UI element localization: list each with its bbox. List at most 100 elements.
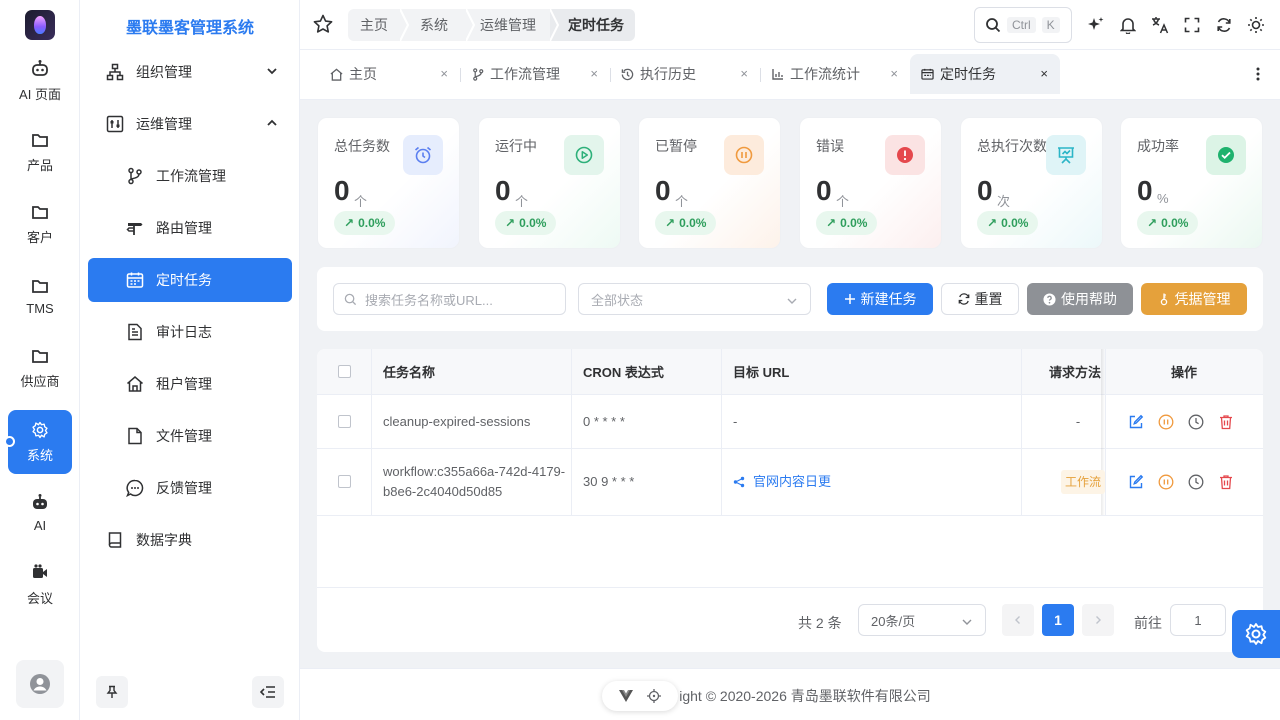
column-header-name[interactable]: 任务名称 bbox=[371, 349, 571, 395]
rail-active-indicator bbox=[4, 436, 15, 447]
delete-icon[interactable] bbox=[1218, 414, 1234, 430]
prev-page-button[interactable] bbox=[1002, 604, 1034, 636]
global-search-button[interactable]: Ctrl K bbox=[974, 7, 1072, 43]
delete-icon[interactable] bbox=[1218, 474, 1234, 490]
collapse-sidebar-button[interactable] bbox=[252, 676, 284, 708]
more-vertical-icon[interactable] bbox=[1256, 67, 1260, 81]
stat-unit: 次 bbox=[997, 194, 1011, 209]
tab-workflow[interactable]: 工作流管理 × bbox=[460, 54, 610, 94]
rail-item-tms[interactable]: TMS bbox=[8, 264, 72, 328]
sidebar-item-ops[interactable]: 运维管理 bbox=[88, 102, 292, 146]
row-checkbox[interactable] bbox=[337, 475, 351, 488]
theme-toggle-button[interactable] bbox=[1246, 15, 1266, 35]
pause-icon[interactable] bbox=[1158, 474, 1174, 490]
star-icon[interactable] bbox=[312, 13, 334, 35]
sidebar-item-audit-log[interactable]: 审计日志 bbox=[88, 310, 292, 354]
tab-scheduled-tasks[interactable]: 定时任务 × bbox=[910, 54, 1060, 94]
sidebar-item-org[interactable]: 组织管理 bbox=[88, 50, 292, 94]
column-header-method[interactable]: 请求方法 bbox=[1021, 349, 1105, 395]
select-all-checkbox[interactable] bbox=[337, 365, 351, 378]
task-method: - bbox=[1075, 413, 1081, 429]
edit-icon[interactable] bbox=[1128, 414, 1144, 430]
history-icon[interactable] bbox=[1188, 474, 1204, 490]
page-number-button[interactable]: 1 bbox=[1042, 604, 1074, 636]
rail-item-ai-page[interactable]: AI 页面 bbox=[8, 48, 72, 112]
refresh-button[interactable] bbox=[1214, 15, 1234, 35]
rail-item-customer[interactable]: 客户 bbox=[8, 192, 72, 256]
collapse-icon bbox=[260, 686, 275, 698]
page-size-select[interactable]: 20条/页 bbox=[858, 604, 986, 636]
close-icon[interactable]: × bbox=[1040, 66, 1048, 81]
settings-fab-button[interactable] bbox=[1232, 610, 1280, 658]
language-button[interactable] bbox=[1150, 15, 1170, 35]
task-name: workflow:c355a66a-742d-4179-b8e6-2c4040d… bbox=[383, 463, 566, 499]
task-search-input[interactable]: 搜索任务名称或URL... bbox=[333, 283, 566, 315]
sidebar-item-tenant[interactable]: 租户管理 bbox=[88, 362, 292, 406]
status-select[interactable]: 全部状态 bbox=[578, 283, 811, 315]
translate-icon bbox=[1152, 17, 1169, 34]
ops-icon bbox=[106, 115, 124, 133]
task-cron: 30 9 * * * bbox=[583, 473, 635, 489]
new-task-button[interactable]: 新建任务 bbox=[827, 283, 933, 315]
user-avatar-button[interactable] bbox=[16, 660, 64, 708]
filter-bar: 搜索任务名称或URL... 全部状态 新建任务 重置 使用帮助 凭据管理 bbox=[317, 267, 1263, 331]
stat-label: 错误 bbox=[816, 138, 844, 154]
notifications-button[interactable] bbox=[1118, 15, 1138, 35]
sidebar-item-files[interactable]: 文件管理 bbox=[88, 414, 292, 458]
pause-icon[interactable] bbox=[1158, 414, 1174, 430]
ai-sparkle-button[interactable] bbox=[1086, 15, 1106, 35]
tab-history[interactable]: 执行历史 × bbox=[610, 54, 760, 94]
close-icon[interactable]: × bbox=[740, 66, 748, 81]
sidebar-item-route[interactable]: 路由管理 bbox=[88, 206, 292, 250]
pause-icon bbox=[724, 135, 764, 175]
edit-icon[interactable] bbox=[1128, 474, 1144, 490]
task-url: - bbox=[733, 413, 738, 429]
workflow-link[interactable]: 官网内容日更 bbox=[733, 472, 831, 492]
stat-value: 0 bbox=[816, 175, 832, 206]
trend-badge: ↗ 0.0% bbox=[816, 211, 878, 235]
trend-up-icon: ↗ bbox=[665, 216, 676, 230]
reset-button[interactable]: 重置 bbox=[941, 283, 1019, 315]
close-icon[interactable]: × bbox=[590, 66, 598, 81]
close-icon[interactable]: × bbox=[440, 66, 448, 81]
rail-item-ai[interactable]: AI bbox=[8, 480, 72, 544]
rail-item-meeting[interactable]: 会议 bbox=[8, 552, 72, 616]
next-page-button[interactable] bbox=[1082, 604, 1114, 636]
pin-sidebar-button[interactable] bbox=[96, 676, 128, 708]
rail-item-system[interactable]: 系统 bbox=[8, 410, 72, 474]
tab-workflow-stats[interactable]: 工作流统计 × bbox=[760, 54, 910, 94]
fullscreen-button[interactable] bbox=[1182, 15, 1202, 35]
presentation-icon bbox=[1046, 135, 1086, 175]
tab-home[interactable]: 主页 × bbox=[310, 54, 460, 94]
row-checkbox[interactable] bbox=[337, 415, 351, 428]
vue-devtools-icon[interactable] bbox=[619, 690, 633, 702]
help-button[interactable]: 使用帮助 bbox=[1027, 283, 1133, 315]
goto-page-input[interactable]: 1 bbox=[1170, 604, 1226, 636]
rail-item-product[interactable]: 产品 bbox=[8, 120, 72, 184]
folder-icon bbox=[32, 205, 48, 219]
breadcrumb-item[interactable]: 运维管理 bbox=[476, 9, 550, 41]
column-header-cron[interactable]: CRON 表达式 bbox=[571, 349, 721, 395]
chevron-left-icon bbox=[1015, 616, 1020, 624]
trend-up-icon: ↗ bbox=[344, 216, 355, 230]
history-icon[interactable] bbox=[1188, 414, 1204, 430]
target-icon[interactable] bbox=[647, 689, 661, 703]
credential-manage-button[interactable]: 凭据管理 bbox=[1141, 283, 1247, 315]
search-icon bbox=[344, 293, 357, 305]
grid-line bbox=[317, 515, 1263, 516]
breadcrumb-item[interactable]: 系统 bbox=[410, 9, 466, 41]
close-icon[interactable]: × bbox=[890, 66, 898, 81]
column-header-url[interactable]: 目标 URL bbox=[721, 349, 1021, 395]
page-footer: ight © 2020-2026 青岛墨联软件有限公司 bbox=[300, 668, 1280, 720]
sidebar-item-scheduled-tasks[interactable]: 定时任务 bbox=[88, 258, 292, 302]
app-logo[interactable] bbox=[25, 10, 55, 40]
sidebar-item-workflow[interactable]: 工作流管理 bbox=[88, 154, 292, 198]
rail-item-label: AI bbox=[33, 517, 47, 533]
stat-card-total-executions: 总执行次数 0 次 ↗ 0.0% bbox=[960, 117, 1103, 249]
rail-item-label: AI 页面 bbox=[19, 86, 61, 102]
sidebar-item-feedback[interactable]: 反馈管理 bbox=[88, 466, 292, 510]
task-cron: 0 * * * * bbox=[583, 413, 625, 429]
breadcrumb-item[interactable]: 主页 bbox=[348, 9, 400, 41]
rail-item-supplier[interactable]: 供应商 bbox=[8, 336, 72, 400]
sidebar-item-dictionary[interactable]: 数据字典 bbox=[88, 518, 292, 562]
